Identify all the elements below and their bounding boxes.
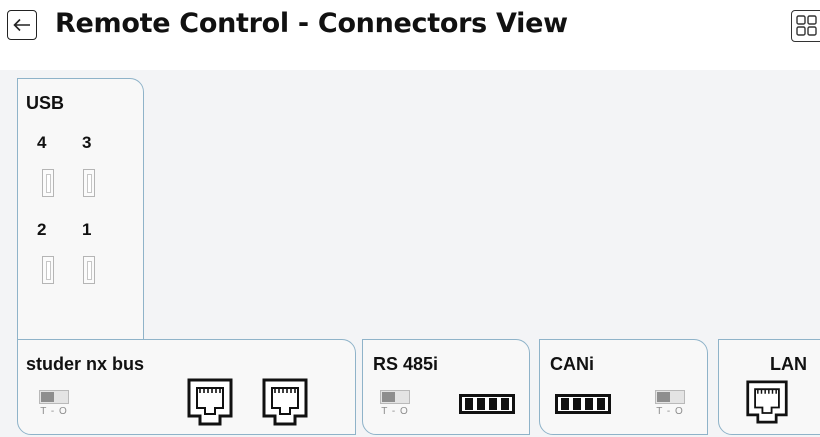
cani-panel-label: CANi [550,354,594,374]
studer-nx-bus-panel: studer nx bus T - O [17,339,356,435]
rj45-port-icon[interactable] [262,378,308,426]
lan-panel: LAN [718,339,820,435]
usb-port-number: 1 [82,220,92,239]
terminal-block-icon[interactable] [555,394,611,414]
usb-port-3[interactable] [83,169,95,197]
usb-panel-label: USB [26,93,65,113]
usb-port-2[interactable] [42,256,54,284]
usb-panel: USB 4 3 2 1 [17,78,144,343]
termination-switch[interactable]: T - O [380,390,410,422]
switch-caption: T - O [381,406,409,417]
studer-panel-label: studer nx bus [26,354,145,374]
back-button[interactable] [7,10,37,40]
usb-port-number: 3 [82,133,92,152]
grid-view-button[interactable] [791,10,820,42]
switch-caption: T - O [40,406,68,417]
lan-panel-label: LAN [770,354,807,374]
usb-port-1[interactable] [83,256,95,284]
usb-port-number: 2 [37,220,47,239]
rs485i-panel: RS 485i T - O [362,339,530,435]
connectors-canvas: USB 4 3 2 1 studer nx bus T - O RS 485i [0,70,820,437]
cani-panel: CANi T - O [539,339,708,435]
rs485i-panel-label: RS 485i [373,354,439,374]
termination-switch[interactable]: T - O [39,390,69,422]
usb-port-number: 4 [37,133,47,152]
terminal-block-icon[interactable] [459,394,515,414]
switch-caption: T - O [656,406,684,417]
arrow-left-icon [13,18,30,32]
rj45-port-icon[interactable] [187,378,233,426]
rj45-port-icon[interactable] [745,380,789,424]
usb-port-4[interactable] [42,169,54,197]
page-title: Remote Control - Connectors View [55,8,568,39]
grid-view-icon [796,15,817,36]
termination-switch[interactable]: T - O [655,390,685,422]
